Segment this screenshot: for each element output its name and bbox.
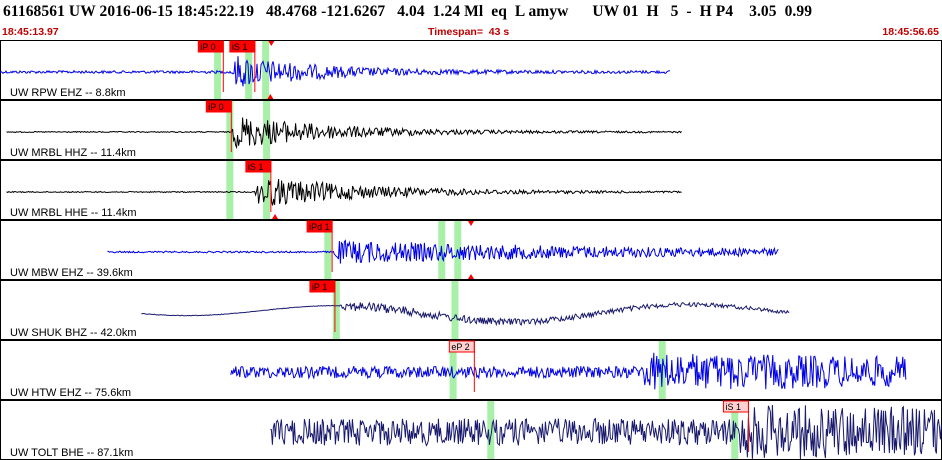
- time-end-label: 18:45:56.65: [882, 26, 939, 38]
- station-label: UW HTW EHZ -- 75.6km: [10, 387, 131, 399]
- station-label: UW SHUK BHZ -- 42.0km: [10, 327, 137, 339]
- station-label: UW TOLT BHE -- 87.1km: [10, 447, 133, 459]
- event-header: 61168561 UW 2016-06-15 18:45:22.19 48.47…: [0, 0, 942, 40]
- pick-label: iP 0: [208, 102, 223, 112]
- seismogram-plot[interactable]: iP 0 iS 1 UW RPW EHZ -- 8.8km iP 0 UW MRBL H…: [0, 40, 942, 460]
- pick-label: iS 1: [725, 402, 741, 412]
- pick-window: [226, 161, 234, 219]
- station-label: UW MBW EHZ -- 39.6km: [10, 267, 133, 279]
- pick-label: iS 1: [248, 162, 264, 172]
- seismogram-panel[interactable]: iS 1 UW MRBL HHE -- 11.4km: [0, 160, 942, 220]
- event-summary-title: 61168561 UW 2016-06-15 18:45:22.19 48.47…: [3, 3, 813, 20]
- pick-label: iPd 1: [309, 222, 330, 232]
- seismogram-panel[interactable]: iS 1 UW TOLT BHE -- 87.1km: [0, 400, 942, 460]
- panel-frame: [0, 100, 942, 160]
- panel-frame: [0, 160, 942, 220]
- station-label: UW MRBL HHZ -- 11.4km: [10, 147, 136, 159]
- seismogram-panel[interactable]: iP 0 UW MRBL HHZ -- 11.4km: [0, 100, 942, 160]
- pick-label: iP 1: [312, 282, 327, 292]
- seismogram-panel[interactable]: iP 1 UW SHUK BHZ -- 42.0km: [0, 280, 942, 340]
- seismogram-panel[interactable]: eP 2 UW HTW EHZ -- 75.6km: [0, 340, 942, 400]
- panel-frame: [0, 280, 942, 340]
- pick-label: iP 0: [200, 42, 215, 52]
- seismogram-panel[interactable]: iP 0 iS 1 UW RPW EHZ -- 8.8km: [0, 40, 942, 100]
- timespan-label: Timespan= 43 s: [428, 26, 510, 38]
- station-label: UW RPW EHZ -- 8.8km: [10, 87, 126, 99]
- seismogram-panel[interactable]: iPd 1 UW MBW EHZ -- 39.6km: [0, 220, 942, 280]
- time-start-label: 18:45:13.97: [2, 26, 59, 38]
- pick-label: eP 2: [451, 342, 469, 352]
- station-label: UW MRBL HHE -- 11.4km: [10, 207, 137, 219]
- pick-window: [451, 281, 459, 339]
- pick-label: iS 1: [232, 42, 248, 52]
